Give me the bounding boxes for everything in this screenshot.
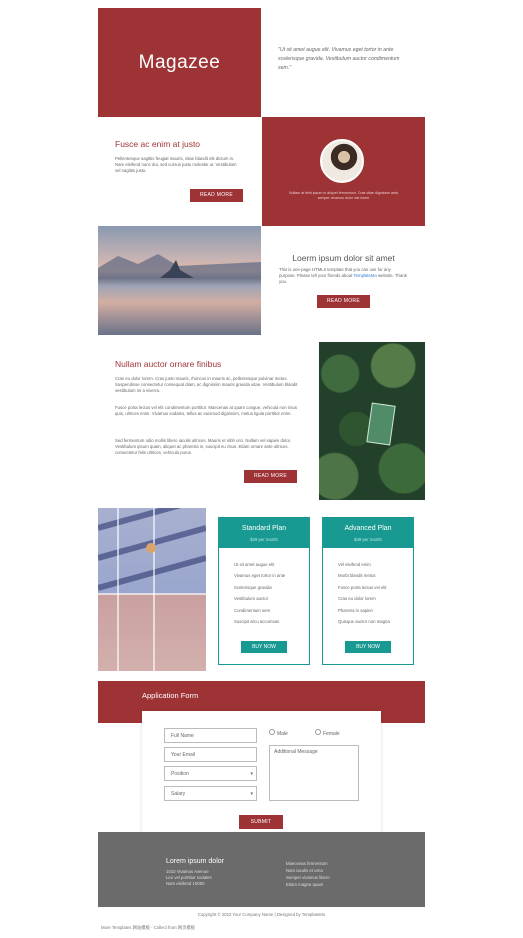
court-lines xyxy=(98,508,206,671)
plan-feature: Vestibulum auctor xyxy=(234,596,269,602)
plan-feature: Fusce porta lectus vel elit xyxy=(338,584,387,590)
chevron-down-icon: ▾ xyxy=(250,791,253,797)
footer-right-line[interactable]: Maecenas fermentum xyxy=(286,860,330,867)
radio-icon xyxy=(269,729,275,735)
submit-button[interactable]: SUBMIT xyxy=(239,815,283,829)
plan-feature: Scelerisque gravida xyxy=(234,584,272,590)
plan-feature: Condimentum sem xyxy=(234,607,271,613)
fusce-title: Fusce ac enim at justo xyxy=(115,139,201,149)
lorem-text: This is one-page HTML5 template that you… xyxy=(279,267,407,285)
form-title: Application Form xyxy=(142,691,199,700)
forest-image xyxy=(319,342,425,500)
lorem-title: Loerm ipsum dolor sit amet xyxy=(292,253,395,263)
nullam-para-2: Fusce porta lectus vel elit condimentum … xyxy=(115,405,297,416)
message-textarea[interactable]: Additional Message xyxy=(269,745,359,801)
lorem-read-more-button[interactable]: READ MORE xyxy=(317,295,370,308)
brand-logo[interactable]: Magazee xyxy=(98,8,261,117)
tennis-court xyxy=(366,402,396,446)
footer-right-line[interactable]: Nam iaculis et urna xyxy=(286,867,330,874)
footer: Lorem ipsum dolor 1010 Vivamus Avenue Le… xyxy=(98,832,425,907)
advanced-plan-header: Advanced Plan $49 per month xyxy=(323,518,413,548)
nullam-read-more-button[interactable]: READ MORE xyxy=(244,470,297,483)
male-label: Male xyxy=(277,731,288,737)
hero-quote: "Ut sit amet augue elit. Vivamus eget to… xyxy=(262,8,425,117)
hero-brand-panel: Magazee xyxy=(98,8,261,117)
fusce-text: Pellentesque sagittis feugiat mauris, vi… xyxy=(115,156,237,173)
lorem-section: Loerm ipsum dolor sit amet This is one-p… xyxy=(262,226,425,335)
plan-feature: Cras eu dolor lorem xyxy=(338,596,376,602)
message-placeholder: Additional Message xyxy=(274,749,318,755)
nullam-para-1: Cras eu dolor lorem. Cras justo mauris, … xyxy=(115,376,298,393)
fusce-section: Fusce ac enim at justo Pellentesque sagi… xyxy=(98,117,261,226)
lake-image xyxy=(98,226,261,335)
plan-feature: Suscipit arcu accumsan xyxy=(234,618,280,624)
nullam-section: Nullam auctor ornare finibus Cras eu dol… xyxy=(98,342,318,500)
position-select[interactable]: Position ▾ xyxy=(164,766,257,781)
footer-address: 1010 Vivamus Avenue Leo vel porttitor so… xyxy=(166,869,212,887)
female-radio[interactable]: Female xyxy=(315,729,340,737)
email-input[interactable]: Your Email xyxy=(164,747,257,762)
gender-radio-group: Male Female xyxy=(269,729,369,739)
plan-feature: Morbi blandit metus xyxy=(338,573,376,579)
full-name-input[interactable]: Full Name xyxy=(164,728,257,743)
standard-buy-now-button[interactable]: BUY NOW xyxy=(241,641,287,653)
footer-links: Maecenas fermentum Nam iaculis et urna S… xyxy=(286,860,330,888)
advanced-plan-price: $49 per month xyxy=(354,537,382,542)
copyright: Copyright © 2022 Your Company Name | Des… xyxy=(197,912,326,917)
profile-caption: Nullam at feist ipsum in aliquet ferment… xyxy=(288,191,400,200)
plan-feature: Vivamus eget tortor in ante xyxy=(234,573,286,579)
standard-plan-card: Standard Plan $29 per month Ut sit amet … xyxy=(218,517,310,665)
quote-text: "Ut sit amet augue elit. Vivamus eget to… xyxy=(278,47,400,71)
footer-title: Lorem ipsum dolor xyxy=(166,858,224,865)
salary-select[interactable]: Salary ▾ xyxy=(164,786,257,801)
court-image xyxy=(98,508,206,671)
nullam-title: Nullam auctor ornare finibus xyxy=(115,359,222,369)
standard-plan-price: $29 per month xyxy=(250,537,278,542)
application-form: Full Name Your Email Position ▾ Salary ▾… xyxy=(142,711,381,846)
plan-feature: Pharetra in sapien xyxy=(338,607,373,613)
advanced-plan-features: Vel eleifend enim Morbi blandit metus Fu… xyxy=(338,559,408,627)
advanced-buy-now-button[interactable]: BUY NOW xyxy=(345,641,391,653)
plan-feature: Ut sit amet augue elit xyxy=(234,562,275,567)
chevron-down-icon: ▾ xyxy=(250,771,253,777)
plan-feature: Vel eleifend enim xyxy=(338,562,371,567)
island-silhouette xyxy=(98,254,261,278)
plan-feature: Quisque auctor non magna xyxy=(338,618,390,624)
footer-right-line[interactable]: Etiam magna quam xyxy=(286,881,330,888)
nullam-para-3: Sed fermentum odio mollis libero iaculis… xyxy=(115,438,292,455)
avatar xyxy=(320,139,364,183)
fusce-read-more-button[interactable]: READ MORE xyxy=(190,189,243,202)
templatemo-link[interactable]: TemplateMo xyxy=(353,273,376,278)
standard-plan-header: Standard Plan $29 per month xyxy=(219,518,309,548)
radio-icon xyxy=(315,729,321,735)
profile-panel: Nullam at feist ipsum in aliquet ferment… xyxy=(262,117,425,226)
female-label: Female xyxy=(323,731,340,737)
advanced-plan-name: Advanced Plan xyxy=(344,525,392,532)
position-select-value: Position xyxy=(171,771,189,777)
standard-plan-name: Standard Plan xyxy=(241,525,287,532)
male-radio[interactable]: Male xyxy=(269,729,288,737)
footer-right-line[interactable]: Semper vivamus libero xyxy=(286,874,330,881)
salary-select-value: Salary xyxy=(171,791,186,797)
footer-left-line: Nam eleifend 10080 xyxy=(166,881,205,886)
standard-plan-features: Ut sit amet augue elit Vivamus eget tort… xyxy=(234,559,304,627)
advanced-plan-card: Advanced Plan $49 per month Vel eleifend… xyxy=(322,517,414,665)
credits[interactable]: More Templates 网站模板 - Collect from 网页模板 xyxy=(101,925,195,931)
